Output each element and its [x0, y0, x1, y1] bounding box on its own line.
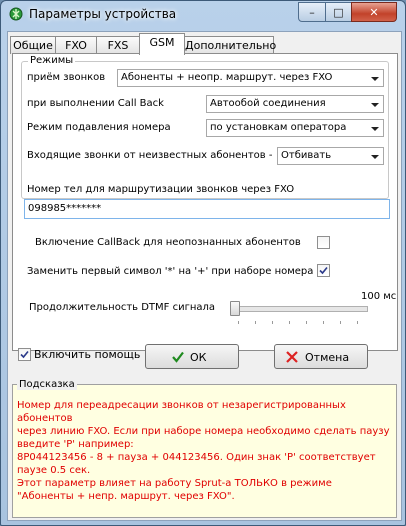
dropdown-arrow-icon [371, 77, 379, 81]
slider-tick [306, 321, 307, 324]
callback-label: при выполнении Call Back [27, 98, 164, 109]
replace-symbol-checkbox[interactable] [317, 264, 330, 277]
tab-fxo[interactable]: FXO [55, 36, 97, 54]
modes-legend: Режимы [28, 55, 76, 66]
tab-gsm[interactable]: GSM [139, 33, 185, 55]
check-icon [319, 266, 328, 275]
cancel-button[interactable]: Отмена [274, 344, 368, 369]
title-bar[interactable]: Параметры устройства – □ ✕ [1, 1, 405, 29]
dtmf-label: Продолжительность DTMF сигнала [29, 302, 216, 313]
suppress-select[interactable]: по установкам оператора [206, 119, 384, 137]
cancel-label: Отмена [305, 351, 350, 364]
incoming-select[interactable]: Абоненты + неопр. маршрут. через FXO [117, 69, 384, 87]
suppress-value: по установкам оператора [210, 122, 347, 133]
route-number-input[interactable]: 098985******* [24, 199, 390, 219]
slider-tick [272, 321, 273, 324]
check-icon [172, 351, 184, 363]
maximize-button[interactable]: □ [325, 2, 352, 22]
help-label: Включить помощь [34, 348, 141, 361]
hint-text: Номер для переадресации звонков от незар… [17, 400, 390, 502]
tab-label: Общие [13, 39, 53, 52]
close-button[interactable]: ✕ [351, 2, 397, 22]
app-icon [9, 7, 23, 21]
unknown-callers-label: Входящие звонки от неизвестных абонентов… [27, 150, 273, 161]
callback-value: Автообой соединения [210, 98, 326, 109]
dropdown-arrow-icon [371, 103, 379, 107]
window-title: Параметры устройства [29, 7, 177, 21]
route-number-label: Номер тел для маршрутизации звонков чере… [27, 184, 295, 195]
slider-tick [357, 321, 358, 324]
unknown-callers-value: Отбивать [281, 150, 332, 161]
callback-unknown-checkbox[interactable] [317, 236, 330, 249]
incoming-value: Абоненты + неопр. маршрут. через FXO [121, 72, 333, 83]
slider-tick [340, 321, 341, 324]
dropdown-arrow-icon [371, 155, 379, 159]
dtmf-slider-thumb[interactable] [230, 301, 240, 316]
tab-label: Дополнительно [185, 39, 277, 52]
unknown-callers-select[interactable]: Отбивать [277, 147, 384, 165]
check-icon [20, 350, 29, 359]
route-number-value: 098985******* [28, 203, 102, 214]
slider-tick [323, 321, 324, 324]
dtmf-value: 100 мс [361, 291, 397, 302]
hint-legend: Подсказка [17, 379, 77, 390]
ok-button[interactable]: ОК [145, 344, 239, 369]
slider-tick [289, 321, 290, 324]
ok-label: ОК [190, 351, 207, 364]
help-checkbox[interactable] [18, 348, 31, 361]
cross-icon [286, 351, 298, 363]
maximize-icon: □ [333, 5, 344, 19]
close-icon: ✕ [369, 5, 379, 19]
dialog-window: Параметры устройства – □ ✕ Общие FXO FXS… [0, 0, 406, 526]
tab-label: FXO [65, 39, 87, 52]
incoming-label: приём звонков [27, 72, 106, 83]
callback-unknown-label: Включение CallBack для неопознанных абон… [35, 237, 301, 248]
dtmf-slider-track[interactable] [234, 306, 368, 312]
dialog-client: Общие FXO FXS GSM Дополнительно Режимы п… [7, 31, 402, 521]
tab-general[interactable]: Общие [10, 36, 56, 54]
dropdown-arrow-icon [371, 127, 379, 131]
tab-label: FXS [107, 39, 129, 52]
slider-tick [255, 321, 256, 324]
minimize-button[interactable]: – [298, 2, 326, 22]
hint-panel: Подсказка Номер для переадресации звонко… [12, 379, 397, 518]
tab-label: GSM [149, 36, 175, 49]
callback-select[interactable]: Автообой соединения [206, 95, 384, 113]
tab-fxs[interactable]: FXS [96, 36, 140, 54]
slider-tick [238, 321, 239, 324]
replace-symbol-label: Заменить первый символ '*' на '+' при на… [27, 266, 314, 277]
minimize-icon: – [309, 5, 315, 19]
suppress-label: Режим подавления номера [27, 122, 171, 133]
tab-additional[interactable]: Дополнительно [184, 36, 277, 54]
